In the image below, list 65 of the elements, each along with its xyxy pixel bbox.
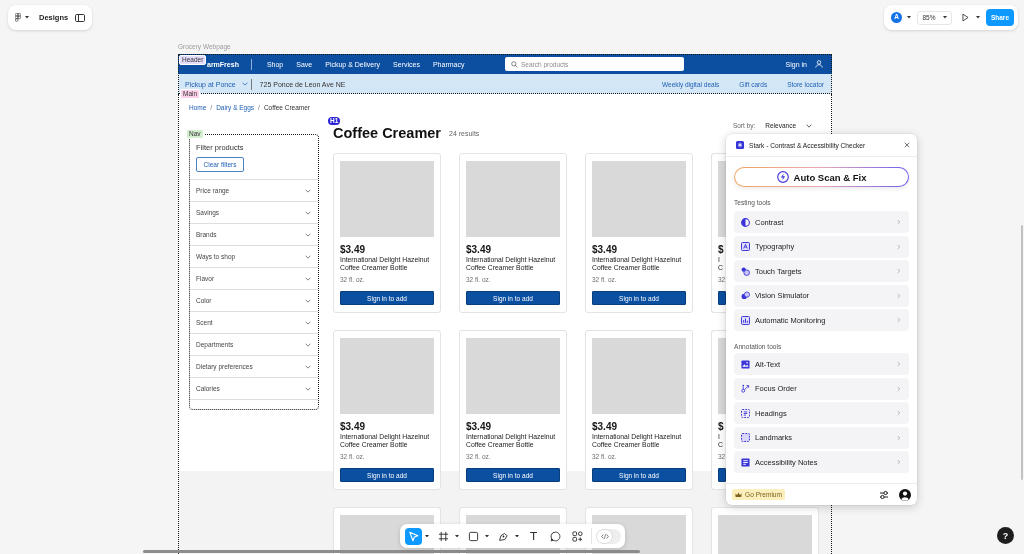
sliders-icon[interactable]: [879, 489, 889, 500]
code-icon: [600, 532, 609, 540]
bar-chart-icon: [741, 315, 750, 325]
chevron-right-icon: [896, 434, 900, 441]
crown-icon: [735, 491, 742, 498]
logo-icon[interactable]: [15, 13, 21, 22]
chevron-right-icon: [896, 292, 900, 299]
search-icon: [511, 60, 518, 68]
chevron-right-icon: [896, 317, 900, 323]
heading-icon: [741, 408, 750, 418]
product-price: $3.49: [340, 421, 367, 433]
actions-icon: [572, 530, 583, 542]
auto-scan-button[interactable]: Auto Scan & Fix: [734, 167, 909, 187]
chevron-down-icon: [806, 123, 812, 128]
product-price: $3.49: [592, 244, 619, 256]
product-price: $: [718, 421, 725, 433]
image-icon: [741, 359, 750, 369]
add-to-cart-button[interactable]: [718, 468, 726, 482]
caret-icon[interactable]: [25, 16, 29, 19]
horizontal-scrollbar[interactable]: [143, 550, 640, 553]
chevron-right-icon: [896, 410, 900, 416]
pen-icon: [498, 530, 509, 542]
vision-icon: [741, 291, 750, 300]
product-price: $3.49: [592, 421, 619, 433]
landmark-icon: [741, 433, 750, 442]
page-heading: Coffee Creamer: [333, 124, 441, 142]
rectangle-icon: [468, 530, 479, 542]
close-icon[interactable]: [904, 142, 910, 148]
add-to-cart-button[interactable]: [718, 291, 726, 305]
contrast-icon: [741, 217, 750, 227]
play-icon[interactable]: [962, 13, 969, 22]
cursor-icon: [408, 530, 419, 542]
sidebar-icon[interactable]: [75, 13, 86, 22]
caret-icon[interactable]: [455, 534, 459, 538]
help-button[interactable]: ?: [997, 527, 1014, 544]
dev-mode-toggle[interactable]: [596, 528, 621, 544]
chevron-right-icon: [896, 459, 900, 465]
touch-target-icon: [741, 266, 750, 276]
logo-icon: [736, 141, 744, 149]
caret-icon[interactable]: [425, 534, 429, 538]
chevron-right-icon: [896, 219, 900, 225]
focus-order-icon: [741, 384, 750, 393]
caret-icon[interactable]: [485, 534, 489, 538]
chevron-down-icon: [241, 82, 248, 86]
caret-icon[interactable]: [976, 16, 980, 19]
note-icon: [741, 457, 750, 467]
vertical-scrollbar[interactable]: [1021, 225, 1023, 480]
product-price: $3.49: [340, 244, 367, 256]
comment-icon: [550, 530, 561, 542]
frame-icon: [438, 530, 449, 542]
product-price: $3.49: [466, 244, 493, 256]
typography-icon: [741, 242, 750, 251]
user-icon[interactable]: [815, 60, 823, 68]
caret-icon[interactable]: [907, 16, 911, 19]
chevron-right-icon: [896, 268, 900, 274]
product-price: $: [718, 244, 725, 256]
user-avatar-icon[interactable]: [899, 488, 911, 501]
chevron-right-icon: [896, 243, 900, 250]
caret-icon[interactable]: [515, 534, 519, 538]
lightning-icon: [776, 171, 789, 183]
text-tool-button[interactable]: T: [525, 527, 542, 545]
chevron-right-icon: [896, 361, 900, 367]
product-price: $3.49: [466, 421, 493, 433]
caret-icon: [942, 16, 947, 19]
chevron-right-icon: [896, 385, 900, 392]
